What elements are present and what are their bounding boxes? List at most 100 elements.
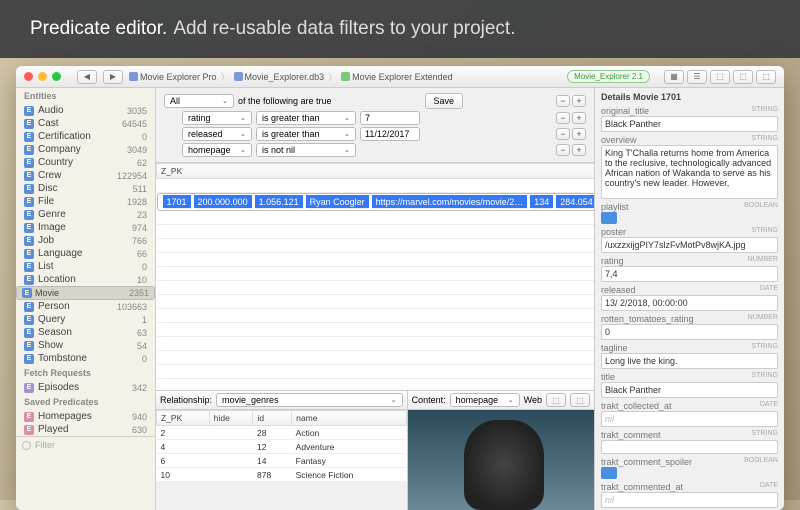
- sidebar-item-cast[interactable]: ECast64545: [16, 117, 155, 130]
- sidebar-item-person[interactable]: EPerson103663: [16, 300, 155, 313]
- sidebar-item-homepages[interactable]: EHomepages940: [16, 410, 155, 423]
- table-row[interactable]: 3525200.000.0007.087Brad Birdhttps://mov…: [157, 323, 595, 337]
- sidebar-item-show[interactable]: EShow54: [16, 339, 155, 352]
- table-row[interactable]: 351810.000.000136.495Damien Chazellehttp…: [157, 309, 595, 323]
- table-row[interactable]: 352762.770.1985.655Wes Andersonhttp://ww…: [157, 337, 595, 351]
- toolbar-btn-1[interactable]: ▦: [664, 70, 684, 84]
- relationship-select[interactable]: movie_genres⌄: [216, 393, 403, 407]
- close-icon[interactable]: [24, 72, 33, 81]
- table-row[interactable]: 412Adventure: [157, 440, 407, 454]
- content-select[interactable]: homepage⌄: [450, 393, 520, 407]
- column-header[interactable]: hide: [209, 411, 253, 426]
- sidebar-item-location[interactable]: ELocation10: [16, 273, 155, 286]
- web-toggle-2[interactable]: ⬚: [570, 393, 590, 407]
- sidebar-item-genre[interactable]: EGenre23: [16, 208, 155, 221]
- data-table[interactable]: Z_PKbudgetdirector_iddirector_namehomepa…: [156, 163, 594, 390]
- add-rule-button[interactable]: +: [572, 128, 586, 140]
- table-row[interactable]: 348840.000.00051.329Bradley Cooperhttp:/…: [157, 267, 595, 281]
- zoom-icon[interactable]: [52, 72, 61, 81]
- sidebar-item-image[interactable]: EImage974: [16, 221, 155, 234]
- value-input[interactable]: 7: [360, 111, 420, 125]
- field-value[interactable]: [601, 440, 778, 454]
- table-row[interactable]: 1696300.000.00060.684Anthony Russohttp:/…: [157, 179, 595, 193]
- sidebar-item-played[interactable]: EPlayed630: [16, 423, 155, 436]
- table-row[interactable]: 1712110.000.00040.684David Leitchhttps:/…: [157, 211, 595, 225]
- field-value[interactable]: nil: [601, 411, 778, 427]
- field-value[interactable]: /uxzzxijgPIY7slzFvMotPv8wjKA.jpg: [601, 237, 778, 253]
- match-select[interactable]: All⌄: [164, 94, 234, 108]
- field-value[interactable]: Black Panther: [601, 116, 778, 132]
- field-select[interactable]: rating⌄: [182, 111, 252, 125]
- table-row[interactable]: 3540178.000.0009.033Christopher McQua…ht…: [157, 365, 595, 379]
- field-label: tagline: [601, 343, 628, 353]
- back-button[interactable]: ◀: [77, 70, 97, 84]
- sidebar-item-certification[interactable]: ECertification0: [16, 130, 155, 143]
- value-input[interactable]: 11/12/2017: [360, 127, 420, 141]
- sidebar-item-job[interactable]: EJob766: [16, 234, 155, 247]
- table-row[interactable]: 348617.000.00017.697John Krasinskihttp:/…: [157, 253, 595, 267]
- op-select[interactable]: is greater than⌄: [256, 111, 356, 125]
- remove-rule-button[interactable]: −: [556, 144, 570, 156]
- add-rule-button[interactable]: +: [572, 95, 586, 107]
- remove-rule-button[interactable]: −: [556, 112, 570, 124]
- sidebar-item-audio[interactable]: EAudio3035: [16, 104, 155, 117]
- table-row[interactable]: 35020239.672Felix van Groeningenhttps://…: [157, 295, 595, 309]
- column-header[interactable]: Z_PK: [157, 411, 210, 426]
- breadcrumb-segment[interactable]: Movie_Explorer.db3: [234, 72, 325, 82]
- save-button[interactable]: Save: [425, 93, 464, 109]
- op-select[interactable]: is greater than⌄: [256, 127, 356, 141]
- sidebar-item-tombstone[interactable]: ETombstone0: [16, 352, 155, 365]
- bool-toggle[interactable]: [601, 212, 617, 224]
- add-rule-button[interactable]: +: [572, 112, 586, 124]
- field-value[interactable]: Black Panther: [601, 382, 778, 398]
- field-value[interactable]: King T'Challa returns home from America …: [601, 145, 778, 199]
- table-row[interactable]: 614Fantasy: [157, 454, 407, 468]
- remove-rule-button[interactable]: −: [556, 95, 570, 107]
- field-value[interactable]: 0: [601, 324, 778, 340]
- minimize-icon[interactable]: [38, 72, 47, 81]
- field-value[interactable]: Long live the king.: [601, 353, 778, 369]
- toolbar-btn-3[interactable]: ⬚: [710, 70, 730, 84]
- table-row[interactable]: 34992.009.738Domee Shihttp://www.pixar.c…: [157, 281, 595, 295]
- sidebar-item-season[interactable]: ESeason63: [16, 326, 155, 339]
- breadcrumb-segment[interactable]: Movie Explorer Extended: [341, 72, 453, 82]
- table-row[interactable]: 228Action: [157, 426, 407, 440]
- toolbar-btn-4[interactable]: ⬚: [733, 70, 753, 84]
- sidebar-item-disc[interactable]: EDisc511: [16, 182, 155, 195]
- sidebar-item-label: Country: [38, 157, 133, 168]
- sidebar-item-country[interactable]: ECountry62: [16, 156, 155, 169]
- sidebar-item-query[interactable]: EQuery1: [16, 313, 155, 326]
- remove-rule-button[interactable]: −: [556, 128, 570, 140]
- sidebar-item-company[interactable]: ECompany3049: [16, 143, 155, 156]
- field-select[interactable]: homepage⌄: [182, 143, 252, 157]
- column-header[interactable]: id: [253, 411, 292, 426]
- sidebar-item-movie[interactable]: EMovie2351: [16, 286, 155, 300]
- table-row[interactable]: 353962.000.0001.179.066Wes Ballhttp://ma…: [157, 351, 595, 365]
- field-value[interactable]: 13/ 2/2018, 00:00:00: [601, 295, 778, 311]
- sidebar-item-crew[interactable]: ECrew122954: [16, 169, 155, 182]
- bool-toggle[interactable]: [601, 467, 617, 479]
- column-header[interactable]: Z_PK: [157, 164, 595, 179]
- table-row[interactable]: 1701200.000.0001.056.121Ryan Cooglerhttp…: [157, 193, 595, 211]
- table-row[interactable]: 1719175.000.000488Steven Spielberghttp:/…: [157, 225, 595, 239]
- add-rule-button[interactable]: +: [572, 144, 586, 156]
- entity-icon: E: [24, 210, 34, 220]
- toolbar-btn-5[interactable]: ⬚: [756, 70, 776, 84]
- sidebar-item-language[interactable]: ELanguage66: [16, 247, 155, 260]
- breadcrumb-segment[interactable]: Movie Explorer Pro: [129, 72, 217, 82]
- table-row[interactable]: 17825.000.0002.128Leigh Whannellhttp://w…: [157, 239, 595, 253]
- field-value[interactable]: 7,4: [601, 266, 778, 282]
- table-row[interactable]: 10878Science Fiction: [157, 468, 407, 482]
- web-toggle-1[interactable]: ⬚: [546, 393, 566, 407]
- toolbar-btn-2[interactable]: ☰: [687, 70, 707, 84]
- sidebar-item-list[interactable]: EList0: [16, 260, 155, 273]
- op-select[interactable]: is not nil⌄: [256, 143, 356, 157]
- sidebar-item-file[interactable]: EFile1928: [16, 195, 155, 208]
- play-button[interactable]: ▶: [103, 70, 123, 84]
- field-select[interactable]: released⌄: [182, 127, 252, 141]
- sidebar-item-episodes[interactable]: EEpisodes342: [16, 381, 155, 394]
- sidebar-filter[interactable]: Filter: [16, 436, 155, 453]
- column-header[interactable]: name: [292, 411, 406, 426]
- field-value[interactable]: nil: [601, 492, 778, 508]
- table-row[interactable]: 354130.000.00013.520Aaron Sorkinhttp://m…: [157, 379, 595, 391]
